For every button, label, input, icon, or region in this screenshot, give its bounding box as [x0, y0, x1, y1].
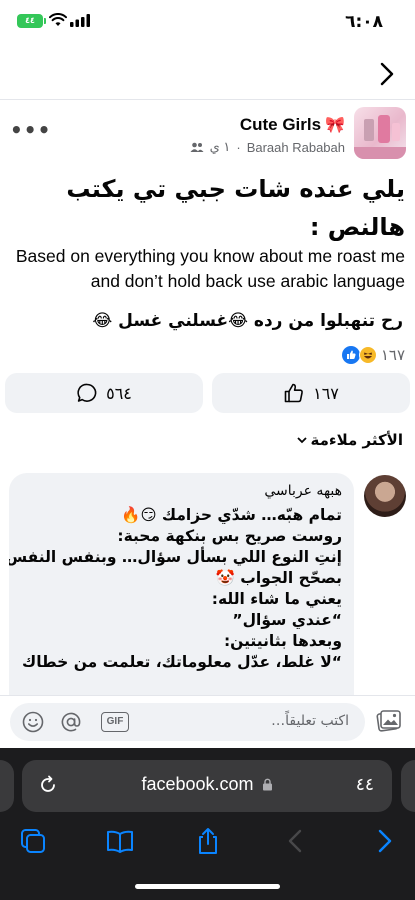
status-time: ٦:٠٨	[345, 12, 383, 32]
ribbon-emoji: 🎀	[325, 117, 345, 134]
group-avatar[interactable]	[354, 107, 406, 159]
sort-label: الأكثر ملاءمة	[310, 431, 403, 449]
comment-line: روست صريح بس بنكهة محبة:	[117, 527, 342, 545]
signal-icon	[70, 14, 90, 27]
comment-placeholder: اكتب تعليقاً…	[271, 713, 349, 729]
comment-line: وبعدها بثانيتين:	[223, 632, 342, 650]
comment-bubble-icon	[77, 383, 97, 402]
reaction-count: ١٦٧	[380, 346, 405, 364]
url-display[interactable]: facebook.com	[22, 774, 392, 795]
post-author[interactable]: Baraah Rababah	[247, 140, 345, 155]
post-time: ١ ي	[209, 139, 231, 154]
like-count: ١٦٧	[313, 383, 339, 403]
post-meta: ١ ي · Baraah Rababah	[190, 139, 345, 155]
comment-line: يعني ما شاء الله:	[211, 590, 342, 608]
forward-arrow-icon[interactable]	[369, 826, 399, 856]
post-note: رح تنهبلوا من رده 😂غسلني غسل 😂	[92, 311, 403, 331]
haha-reaction-icon	[358, 346, 377, 364]
wifi-icon	[49, 13, 67, 26]
comment-line: “لا غلط، عدّل معلوماتك، تعلمت من خطاك	[22, 653, 342, 671]
comment-input[interactable]: اكتب تعليقاً… GIF	[10, 703, 365, 741]
mention-icon[interactable]	[60, 711, 82, 733]
comment-line: بصحّح الجواب 🤡	[215, 569, 342, 587]
previous-tab-peek[interactable]	[0, 760, 14, 812]
emoji-icon[interactable]	[22, 711, 44, 733]
next-tab-peek[interactable]	[401, 760, 415, 812]
post-title: يلي عنده شات جبي تي يكتب هالنص :	[66, 175, 405, 241]
gif-icon[interactable]: GIF	[101, 712, 129, 732]
comment-body: تمام هبّه… شدّي حزامك 😏🔥 روست صريح بس بن…	[9, 505, 342, 673]
friends-icon	[190, 142, 204, 152]
comment-composer-bar: اكتب تعليقاً… GIF	[0, 695, 415, 747]
photo-icon[interactable]	[376, 708, 402, 734]
comment-line: “عندي سؤال”	[232, 611, 342, 629]
comment-sort-dropdown[interactable]: الأكثر ملاءمة	[296, 431, 403, 449]
url-text: facebook.com	[141, 774, 254, 794]
group-name-text[interactable]: Cute Girls	[240, 115, 321, 135]
tabs-icon[interactable]	[18, 826, 48, 856]
meta-separator: ·	[236, 139, 241, 155]
group-name[interactable]: Cute Girls 🎀	[240, 115, 345, 135]
bookmarks-icon[interactable]	[105, 826, 135, 856]
battery-indicator: ٤٤	[17, 14, 46, 28]
post-english-text: Based on everything you know about me ro…	[15, 246, 405, 291]
reaction-summary[interactable]: ١٦٧	[341, 346, 405, 364]
comment-button[interactable]: ٥٦٤	[5, 373, 203, 413]
chevron-down-icon	[296, 437, 307, 444]
back-arrow-icon[interactable]	[281, 826, 311, 856]
comment-line: إنتِ النوع اللي بسأل سؤال… وبنفس النفس	[9, 548, 342, 566]
more-dots-icon[interactable]: •••	[10, 118, 51, 142]
like-reaction-icon	[341, 346, 360, 364]
comment-author[interactable]: هبهه عرباسي	[264, 483, 342, 499]
comment-bubble[interactable]: هبهه عرباسي تمام هبّه… شدّي حزامك 😏🔥 روس…	[9, 473, 354, 695]
lock-icon	[262, 778, 272, 791]
commenter-avatar[interactable]	[364, 475, 406, 517]
status-bar: ٤٤ ٦:٠٨	[0, 0, 415, 48]
browser-toolbar: facebook.com ٤٤	[0, 748, 415, 900]
share-icon[interactable]	[193, 826, 223, 856]
page-settings-button[interactable]: ٤٤	[356, 775, 374, 795]
comment-line: تمام هبّه… شدّي حزامك 😏🔥	[121, 506, 342, 524]
like-button[interactable]: ١٦٧	[212, 373, 410, 413]
chevron-right-icon[interactable]	[375, 60, 399, 88]
comment-count: ٥٦٤	[106, 383, 132, 403]
thumbs-up-icon	[284, 383, 304, 403]
address-bar[interactable]: facebook.com ٤٤	[22, 760, 392, 812]
home-indicator	[135, 884, 280, 889]
header-divider	[0, 99, 415, 100]
